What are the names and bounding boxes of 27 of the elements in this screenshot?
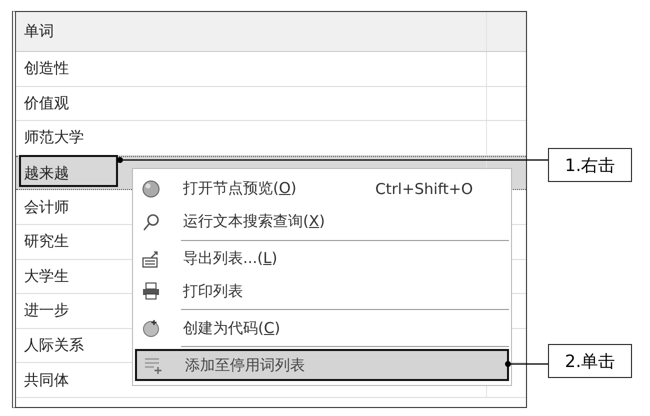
table-cell: 共同体 [24,370,69,390]
menu-item[interactable]: 导出列表...(L) [135,242,509,274]
table-cell: 研究生 [24,232,69,252]
table-cell: 人际关系 [24,336,84,356]
menu-item[interactable]: 创建为代码(C) [135,312,509,344]
callout-label: 1.右击 [548,148,632,182]
table-cell: 会计师 [24,198,69,217]
menu-item[interactable]: 运行文本搜索查询(X) [135,206,509,238]
callout-label: 2.单击 [548,344,632,378]
add-list-icon [143,355,163,376]
circle-icon [141,318,161,338]
leader-line [504,359,550,369]
menu-item[interactable]: 打开节点预览(O) Ctrl+Shift+O [135,173,509,205]
table-cell: 越来越 [24,164,69,183]
table-row[interactable]: 创造性 [16,52,526,87]
printer-icon [141,281,161,302]
table-cell: 大学生 [24,266,69,286]
globe-icon [141,178,161,199]
search-icon [141,212,161,232]
table-cell: 价值观 [24,94,69,113]
table-cell: 创造性 [24,59,69,78]
table-row[interactable]: 价值观 [16,86,526,122]
menu-item[interactable]: 添加至停用词列表 [135,349,509,381]
table-cell: 师范大学 [24,128,84,148]
menu-item[interactable]: 打印列表 [135,275,509,308]
table-cell: 进一步 [24,301,69,320]
column-header[interactable]: 单词 [24,22,54,41]
